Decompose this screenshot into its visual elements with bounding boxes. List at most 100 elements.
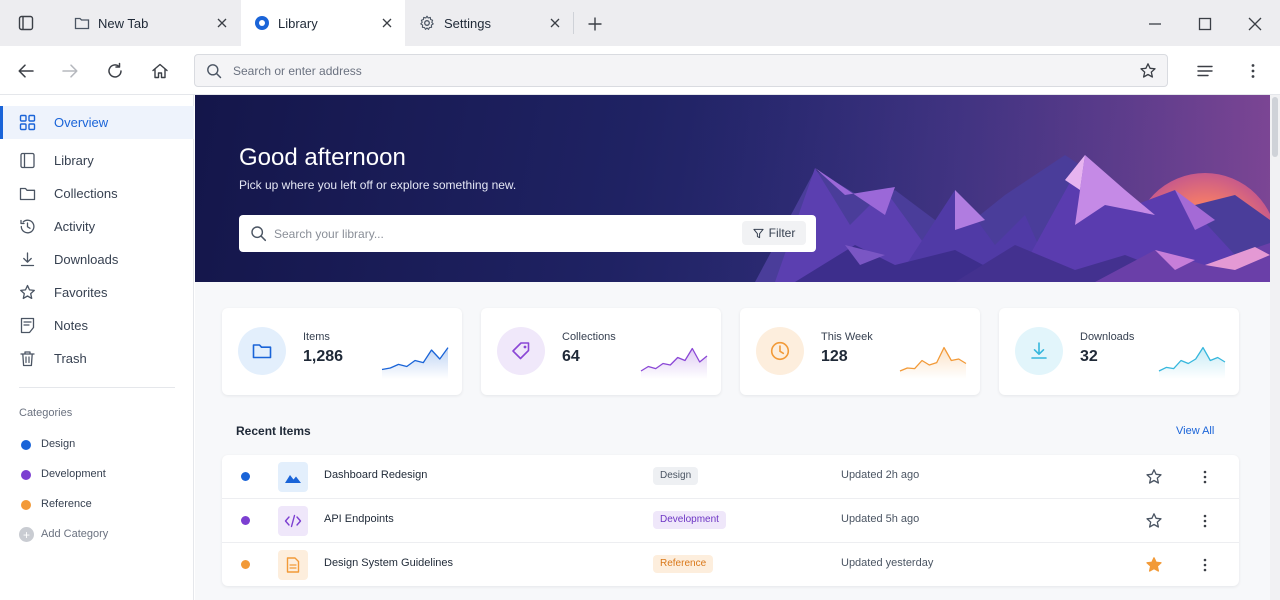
- sidebar-item-activity[interactable]: Activity: [0, 210, 194, 243]
- star-icon[interactable]: [1145, 512, 1163, 530]
- category-item-reference[interactable]: Reference: [0, 494, 194, 516]
- stat-card-items[interactable]: Items 1,286: [222, 308, 462, 395]
- item-thumbnail: [278, 506, 308, 536]
- star-icon[interactable]: [1145, 556, 1163, 574]
- trash-icon: [20, 351, 35, 367]
- new-tab-button[interactable]: [584, 13, 606, 35]
- sidebar-item-downloads[interactable]: Downloads: [0, 243, 194, 276]
- category-dot: [21, 470, 31, 480]
- star-icon[interactable]: [1145, 468, 1163, 486]
- library-search-input[interactable]: [274, 224, 724, 244]
- category-dot: [241, 516, 250, 525]
- sidebar-item-notes[interactable]: Notes: [0, 309, 194, 342]
- close-tab-button[interactable]: [547, 15, 563, 31]
- stat-icon-circle: [497, 327, 545, 375]
- library-search-box[interactable]: Filter: [239, 215, 816, 252]
- main-scrollbar[interactable]: [1270, 95, 1280, 600]
- stat-label: This Week: [821, 331, 873, 343]
- more-menu-button[interactable]: [1240, 58, 1266, 84]
- close-icon: [382, 18, 392, 28]
- sidebar-item-library[interactable]: Library: [0, 144, 194, 177]
- row-more-button[interactable]: [1197, 556, 1213, 574]
- sidebar-toggle-button[interactable]: [0, 0, 52, 46]
- plus-icon: [588, 17, 602, 31]
- kebab-icon: [1203, 514, 1207, 528]
- sidebar-toggle-icon: [18, 15, 34, 31]
- sidebar-item-label: Notes: [54, 318, 88, 333]
- reading-list-button[interactable]: [1192, 58, 1218, 84]
- sidebar-item-collections[interactable]: Collections: [0, 177, 194, 210]
- sidebar-item-label: Trash: [54, 351, 87, 366]
- categories-heading: Categories: [19, 407, 73, 419]
- tab-label: Settings: [444, 16, 491, 31]
- item-title: Dashboard Redesign: [324, 469, 428, 481]
- sidebar-item-favorites[interactable]: Favorites: [0, 276, 194, 309]
- minimize-window-button[interactable]: [1144, 13, 1166, 35]
- kebab-icon: [1251, 64, 1255, 78]
- filter-button[interactable]: Filter: [742, 221, 806, 245]
- note-icon: [20, 317, 35, 334]
- search-icon: [207, 64, 222, 79]
- close-tab-button[interactable]: [214, 15, 230, 31]
- sparkline-area: [641, 348, 707, 379]
- view-all-link[interactable]: View All: [1176, 425, 1214, 437]
- folder-icon: [252, 344, 272, 359]
- back-button[interactable]: [13, 58, 39, 84]
- category-tag: Development: [653, 511, 726, 529]
- code-icon: [284, 514, 302, 528]
- reload-button[interactable]: [102, 58, 128, 84]
- close-icon: [1248, 17, 1262, 31]
- list-item[interactable]: Dashboard Redesign Design Updated 2h ago: [222, 455, 1239, 499]
- sparkline-downloads: [1158, 346, 1226, 379]
- bookmark-star-icon[interactable]: [1139, 62, 1157, 80]
- sidebar-item-label: Downloads: [54, 252, 119, 267]
- close-window-button[interactable]: [1244, 13, 1266, 35]
- sidebar-item-label: Collections: [54, 186, 118, 201]
- stat-value: 64: [562, 348, 580, 365]
- stat-value: 32: [1080, 348, 1098, 365]
- close-tab-button[interactable]: [379, 15, 395, 31]
- arrow-right-icon: [62, 64, 78, 78]
- row-more-button[interactable]: [1197, 512, 1213, 530]
- sidebar-item-label: Library: [54, 153, 94, 168]
- kebab-icon: [1203, 558, 1207, 572]
- category-label: Design: [41, 438, 76, 450]
- maximize-icon: [1198, 17, 1212, 31]
- stat-card-collections[interactable]: Collections 64: [481, 308, 721, 395]
- address-bar[interactable]: [194, 54, 1168, 87]
- browser-toolbar: [0, 46, 1280, 95]
- tab-strip: New Tab Library Settings: [0, 0, 1280, 46]
- address-input[interactable]: [233, 61, 1113, 81]
- maximize-window-button[interactable]: [1194, 13, 1216, 35]
- history-icon: [20, 219, 35, 234]
- category-item-design[interactable]: Design: [0, 434, 194, 456]
- stat-icon-circle: [1015, 327, 1063, 375]
- scrollbar-thumb[interactable]: [1272, 97, 1278, 157]
- item-updated: Updated 5h ago: [841, 513, 920, 525]
- row-more-button[interactable]: [1197, 468, 1213, 486]
- search-icon: [251, 226, 267, 242]
- category-label: Reference: [41, 498, 92, 510]
- image-icon: [285, 475, 301, 483]
- category-item-development[interactable]: Development: [0, 464, 194, 486]
- tab-settings[interactable]: Settings: [405, 0, 573, 46]
- tab-library[interactable]: Library: [241, 0, 405, 46]
- stat-card-this-week[interactable]: This Week 128: [740, 308, 980, 395]
- category-label: Development: [41, 468, 106, 480]
- sidebar-item-overview[interactable]: Overview: [0, 106, 194, 139]
- gear-icon: [420, 15, 434, 30]
- sidebar-item-label: Favorites: [54, 285, 108, 300]
- clock-icon: [770, 341, 790, 361]
- home-button[interactable]: [147, 58, 173, 84]
- sparkline-area: [1159, 347, 1225, 379]
- stat-card-downloads[interactable]: Downloads 32: [999, 308, 1239, 395]
- list-item[interactable]: Design System Guidelines Reference Updat…: [222, 543, 1239, 586]
- tab-new-tab[interactable]: New Tab: [52, 0, 240, 46]
- category-dot: [241, 472, 250, 481]
- list-item[interactable]: API Endpoints Development Updated 5h ago: [222, 499, 1239, 543]
- forward-button[interactable]: [57, 58, 83, 84]
- arrow-left-icon: [18, 64, 34, 78]
- sidebar-item-trash[interactable]: Trash: [0, 342, 194, 375]
- document-icon: [286, 557, 300, 573]
- add-category-button[interactable]: + Add Category: [0, 524, 194, 546]
